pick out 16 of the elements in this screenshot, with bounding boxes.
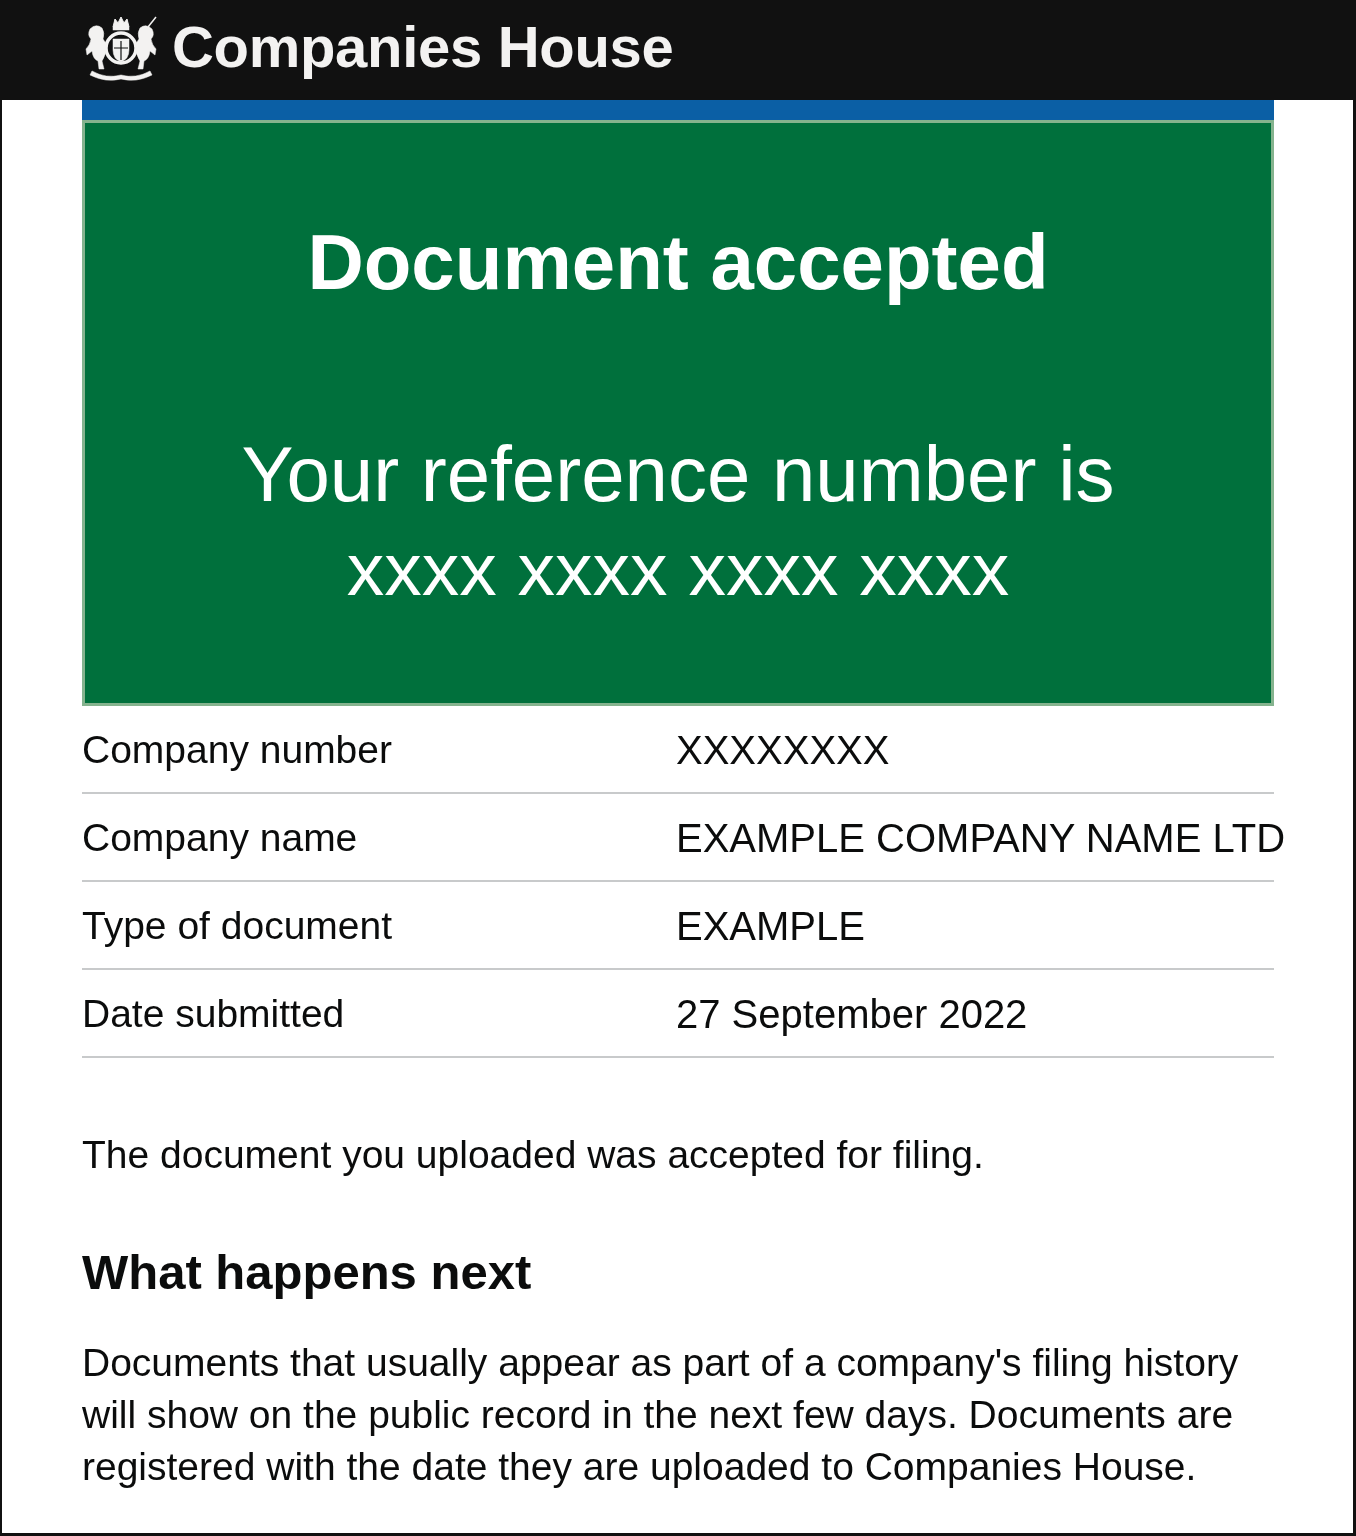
panel-title: Document accepted — [307, 217, 1049, 307]
reference-number: xxxx xxxx xxxx xxxx — [346, 526, 1010, 613]
summary-value: EXAMPLE COMPANY NAME LTD — [676, 815, 1286, 861]
summary-value: XXXXXXXX — [676, 727, 890, 773]
summary-key: Company number — [82, 725, 678, 773]
summary-key: Type of document — [82, 901, 678, 949]
summary-key: Company name — [82, 813, 678, 861]
summary-value: EXAMPLE — [676, 903, 865, 949]
summary-key: Date submitted — [82, 989, 678, 1037]
panel-text: Your reference number is — [241, 429, 1115, 520]
section-heading: What happens next — [82, 1244, 533, 1301]
site-title: Companies House — [172, 14, 674, 80]
coat-of-arms-icon — [82, 15, 160, 81]
summary-value: 27 September 2022 — [676, 991, 1028, 1037]
body-paragraph: Documents that usually appear as part of a company's filing history will show on the public record in the next few days. Documents are registered with the date they are uploaded to Companies House. — [82, 1340, 1240, 1490]
intro-text: The document you uploaded was accepted for filing. — [82, 1132, 985, 1178]
